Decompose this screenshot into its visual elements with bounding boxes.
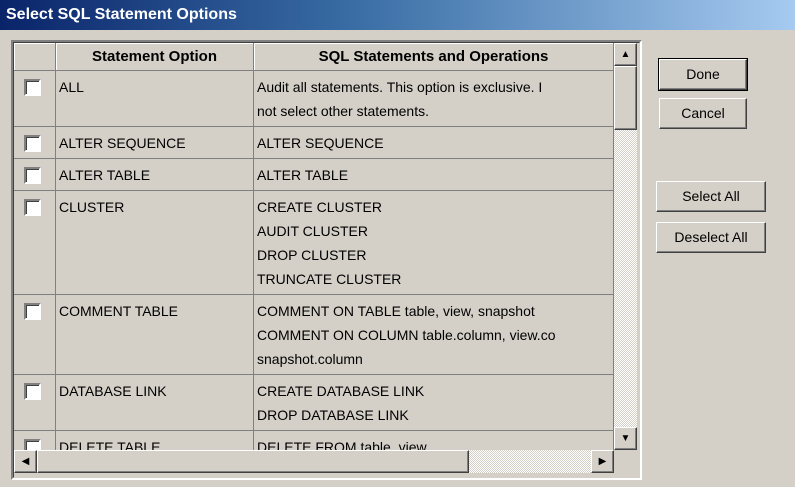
sql-statement-line: Audit all statements. This option is exc…: [257, 79, 543, 95]
sql-statements-cell: Audit all statements. This option is exc…: [254, 71, 614, 127]
table-row[interactable]: ALTER TABLE ALTER TABLE: [14, 159, 614, 191]
row-checkbox-cell: [14, 295, 56, 375]
row-checkbox-cell: [14, 375, 56, 431]
row-checkbox[interactable]: [24, 167, 41, 184]
sql-statement-line: TRUNCATE CLUSTER: [257, 271, 402, 287]
select-all-button[interactable]: Select All: [656, 181, 766, 212]
statement-option-cell: ALTER TABLE: [56, 159, 254, 191]
table-row[interactable]: DELETE TABLE DELETE FROM table, view: [14, 431, 614, 450]
statement-option-cell: DELETE TABLE: [56, 431, 254, 450]
grid-header: Statement Option SQL Statements and Oper…: [14, 43, 614, 71]
sql-statement-line: CREATE CLUSTER: [257, 199, 382, 215]
sql-statements-cell: COMMENT ON TABLE table, view, snapshot CO…: [254, 295, 614, 375]
row-checkbox-cell: [14, 191, 56, 295]
table-row[interactable]: CLUSTER CREATE CLUSTER AUDIT CLUSTER DROP C…: [14, 191, 614, 295]
sql-statement-line: DROP CLUSTER: [257, 247, 367, 263]
sql-statement-line: AUDIT CLUSTER: [257, 223, 368, 239]
table-row[interactable]: ALTER SEQUENCE ALTER SEQUENCE: [14, 127, 614, 159]
row-checkbox-cell: [14, 71, 56, 127]
sql-statements-cell: CREATE CLUSTER AUDIT CLUSTER DROP CLUSTER T…: [254, 191, 614, 295]
sql-statements-cell: DELETE FROM table, view: [254, 431, 614, 450]
statement-option-cell: DATABASE LINK: [56, 375, 254, 431]
row-checkbox[interactable]: [24, 199, 41, 216]
statement-option-cell: ALTER SEQUENCE: [56, 127, 254, 159]
table-row[interactable]: DATABASE LINK CREATE DATABASE LINK DROP DA…: [14, 375, 614, 431]
scroll-left-icon[interactable]: ◀: [14, 450, 37, 473]
header-checkbox-column[interactable]: [14, 43, 56, 71]
sql-statement-line: DROP DATABASE LINK: [257, 407, 409, 423]
sql-statement-line: ALTER TABLE: [257, 167, 349, 183]
row-checkbox-cell: [14, 127, 56, 159]
cancel-button[interactable]: Cancel: [659, 98, 747, 129]
row-checkbox[interactable]: [24, 135, 41, 152]
header-statement-option[interactable]: Statement Option: [56, 43, 254, 71]
statement-option-cell: CLUSTER: [56, 191, 254, 295]
statement-option-cell: ALL: [56, 71, 254, 127]
sql-statement-line: COMMENT ON TABLE table, view, snapshot: [257, 303, 535, 319]
sql-statement-line: not select other statements.: [257, 103, 429, 119]
statement-option-cell: COMMENT TABLE: [56, 295, 254, 375]
row-checkbox[interactable]: [24, 79, 41, 96]
sql-statement-line: COMMENT ON COLUMN table.column, view.co: [257, 327, 556, 343]
sql-statements-cell: ALTER SEQUENCE: [254, 127, 614, 159]
row-checkbox[interactable]: [24, 303, 41, 320]
scroll-down-icon[interactable]: ▼: [614, 427, 637, 450]
row-checkbox-cell: [14, 159, 56, 191]
row-checkbox[interactable]: [24, 383, 41, 400]
sql-statements-cell: ALTER TABLE: [254, 159, 614, 191]
sql-statement-line: CREATE DATABASE LINK: [257, 383, 425, 399]
deselect-all-button[interactable]: Deselect All: [656, 222, 766, 253]
sql-statement-line: snapshot.column: [257, 351, 363, 367]
sql-statement-line: DELETE FROM table, view: [257, 439, 427, 450]
table-row[interactable]: ALL Audit all statements. This option is …: [14, 71, 614, 127]
row-checkbox-cell: [14, 431, 56, 450]
sql-statement-line: ALTER SEQUENCE: [257, 135, 384, 151]
statement-options-grid: Statement Option SQL Statements and Oper…: [11, 40, 642, 480]
sql-statements-cell: CREATE DATABASE LINK DROP DATABASE LINK: [254, 375, 614, 431]
done-button-label: Done: [686, 66, 720, 82]
scroll-up-icon[interactable]: ▲: [614, 43, 637, 66]
window-title: Select SQL Statement Options: [0, 0, 795, 30]
header-sql-statements[interactable]: SQL Statements and Operations: [254, 43, 614, 71]
grid-rows: ALL Audit all statements. This option is …: [14, 71, 614, 450]
done-button[interactable]: Done: [658, 58, 748, 91]
horizontal-scroll-thumb[interactable]: [37, 450, 469, 473]
scroll-right-icon[interactable]: ▶: [591, 450, 614, 473]
horizontal-scrollbar[interactable]: ◀ ▶: [14, 450, 614, 473]
table-row[interactable]: COMMENT TABLE COMMENT ON TABLE table, vie…: [14, 295, 614, 375]
scrollbar-corner: [614, 450, 637, 473]
row-checkbox[interactable]: [24, 439, 41, 450]
vertical-scrollbar[interactable]: ▲ ▼: [614, 43, 637, 450]
vertical-scroll-thumb[interactable]: [614, 66, 637, 130]
